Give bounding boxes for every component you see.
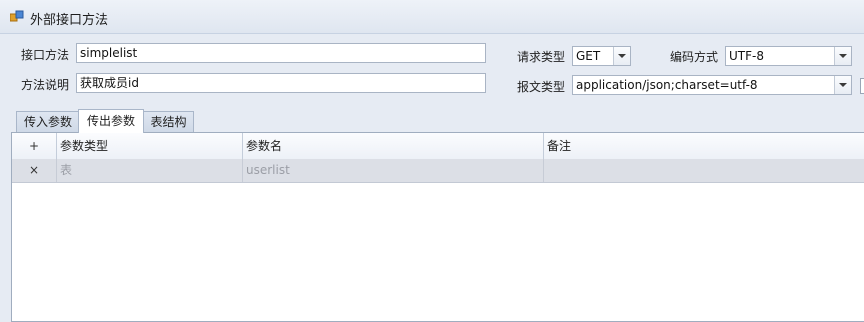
method-desc-input[interactable]: 获取成员id (76, 73, 486, 93)
title-bar: 外部接口方法 (0, 0, 864, 34)
table-row[interactable]: × 表 userlist (12, 159, 864, 183)
tab-input-params[interactable]: 传入参数 (16, 111, 80, 132)
request-type-dropdown-button[interactable] (613, 47, 630, 65)
cell-param-type[interactable]: 表 (57, 159, 243, 182)
cell-param-name[interactable]: userlist (243, 159, 544, 182)
tab-output-params[interactable]: 传出参数 (78, 109, 144, 133)
grid-header: + 参数类型 参数名 备注 (12, 133, 864, 160)
column-header-param-type[interactable]: 参数类型 (57, 133, 243, 159)
window-title: 外部接口方法 (30, 13, 109, 28)
method-name-label: 接口方法 (21, 48, 70, 62)
method-desc-label: 方法说明 (21, 78, 70, 92)
clipped-checkbox[interactable] (860, 78, 864, 94)
column-header-note[interactable]: 备注 (544, 133, 864, 159)
encoding-dropdown-button[interactable] (834, 47, 851, 65)
add-row-button[interactable]: + (12, 133, 57, 159)
chevron-down-icon (618, 54, 626, 58)
content-type-select[interactable]: application/json;charset=utf-8 (572, 75, 852, 95)
app-window-icon (10, 10, 24, 22)
encoding-label: 编码方式 (670, 50, 719, 64)
content-type-value: application/json;charset=utf-8 (576, 78, 758, 92)
request-type-value: GET (576, 49, 601, 63)
column-header-param-name[interactable]: 参数名 (243, 133, 544, 159)
params-grid: + 参数类型 参数名 备注 × 表 userlist (11, 132, 864, 322)
method-name-input[interactable]: simplelist (76, 43, 486, 63)
encoding-value: UTF-8 (729, 49, 764, 63)
request-type-select[interactable]: GET (572, 46, 631, 66)
tab-table-structure[interactable]: 表结构 (143, 111, 194, 132)
request-type-label: 请求类型 (517, 50, 566, 64)
delete-row-button[interactable]: × (12, 159, 57, 182)
plus-icon: + (28, 139, 40, 153)
chevron-down-icon (839, 83, 847, 87)
content-type-label: 报文类型 (517, 80, 566, 94)
encoding-select[interactable]: UTF-8 (725, 46, 852, 66)
content-type-dropdown-button[interactable] (834, 76, 851, 94)
close-icon: × (28, 163, 40, 177)
chevron-down-icon (839, 54, 847, 58)
cell-note[interactable] (544, 159, 864, 182)
